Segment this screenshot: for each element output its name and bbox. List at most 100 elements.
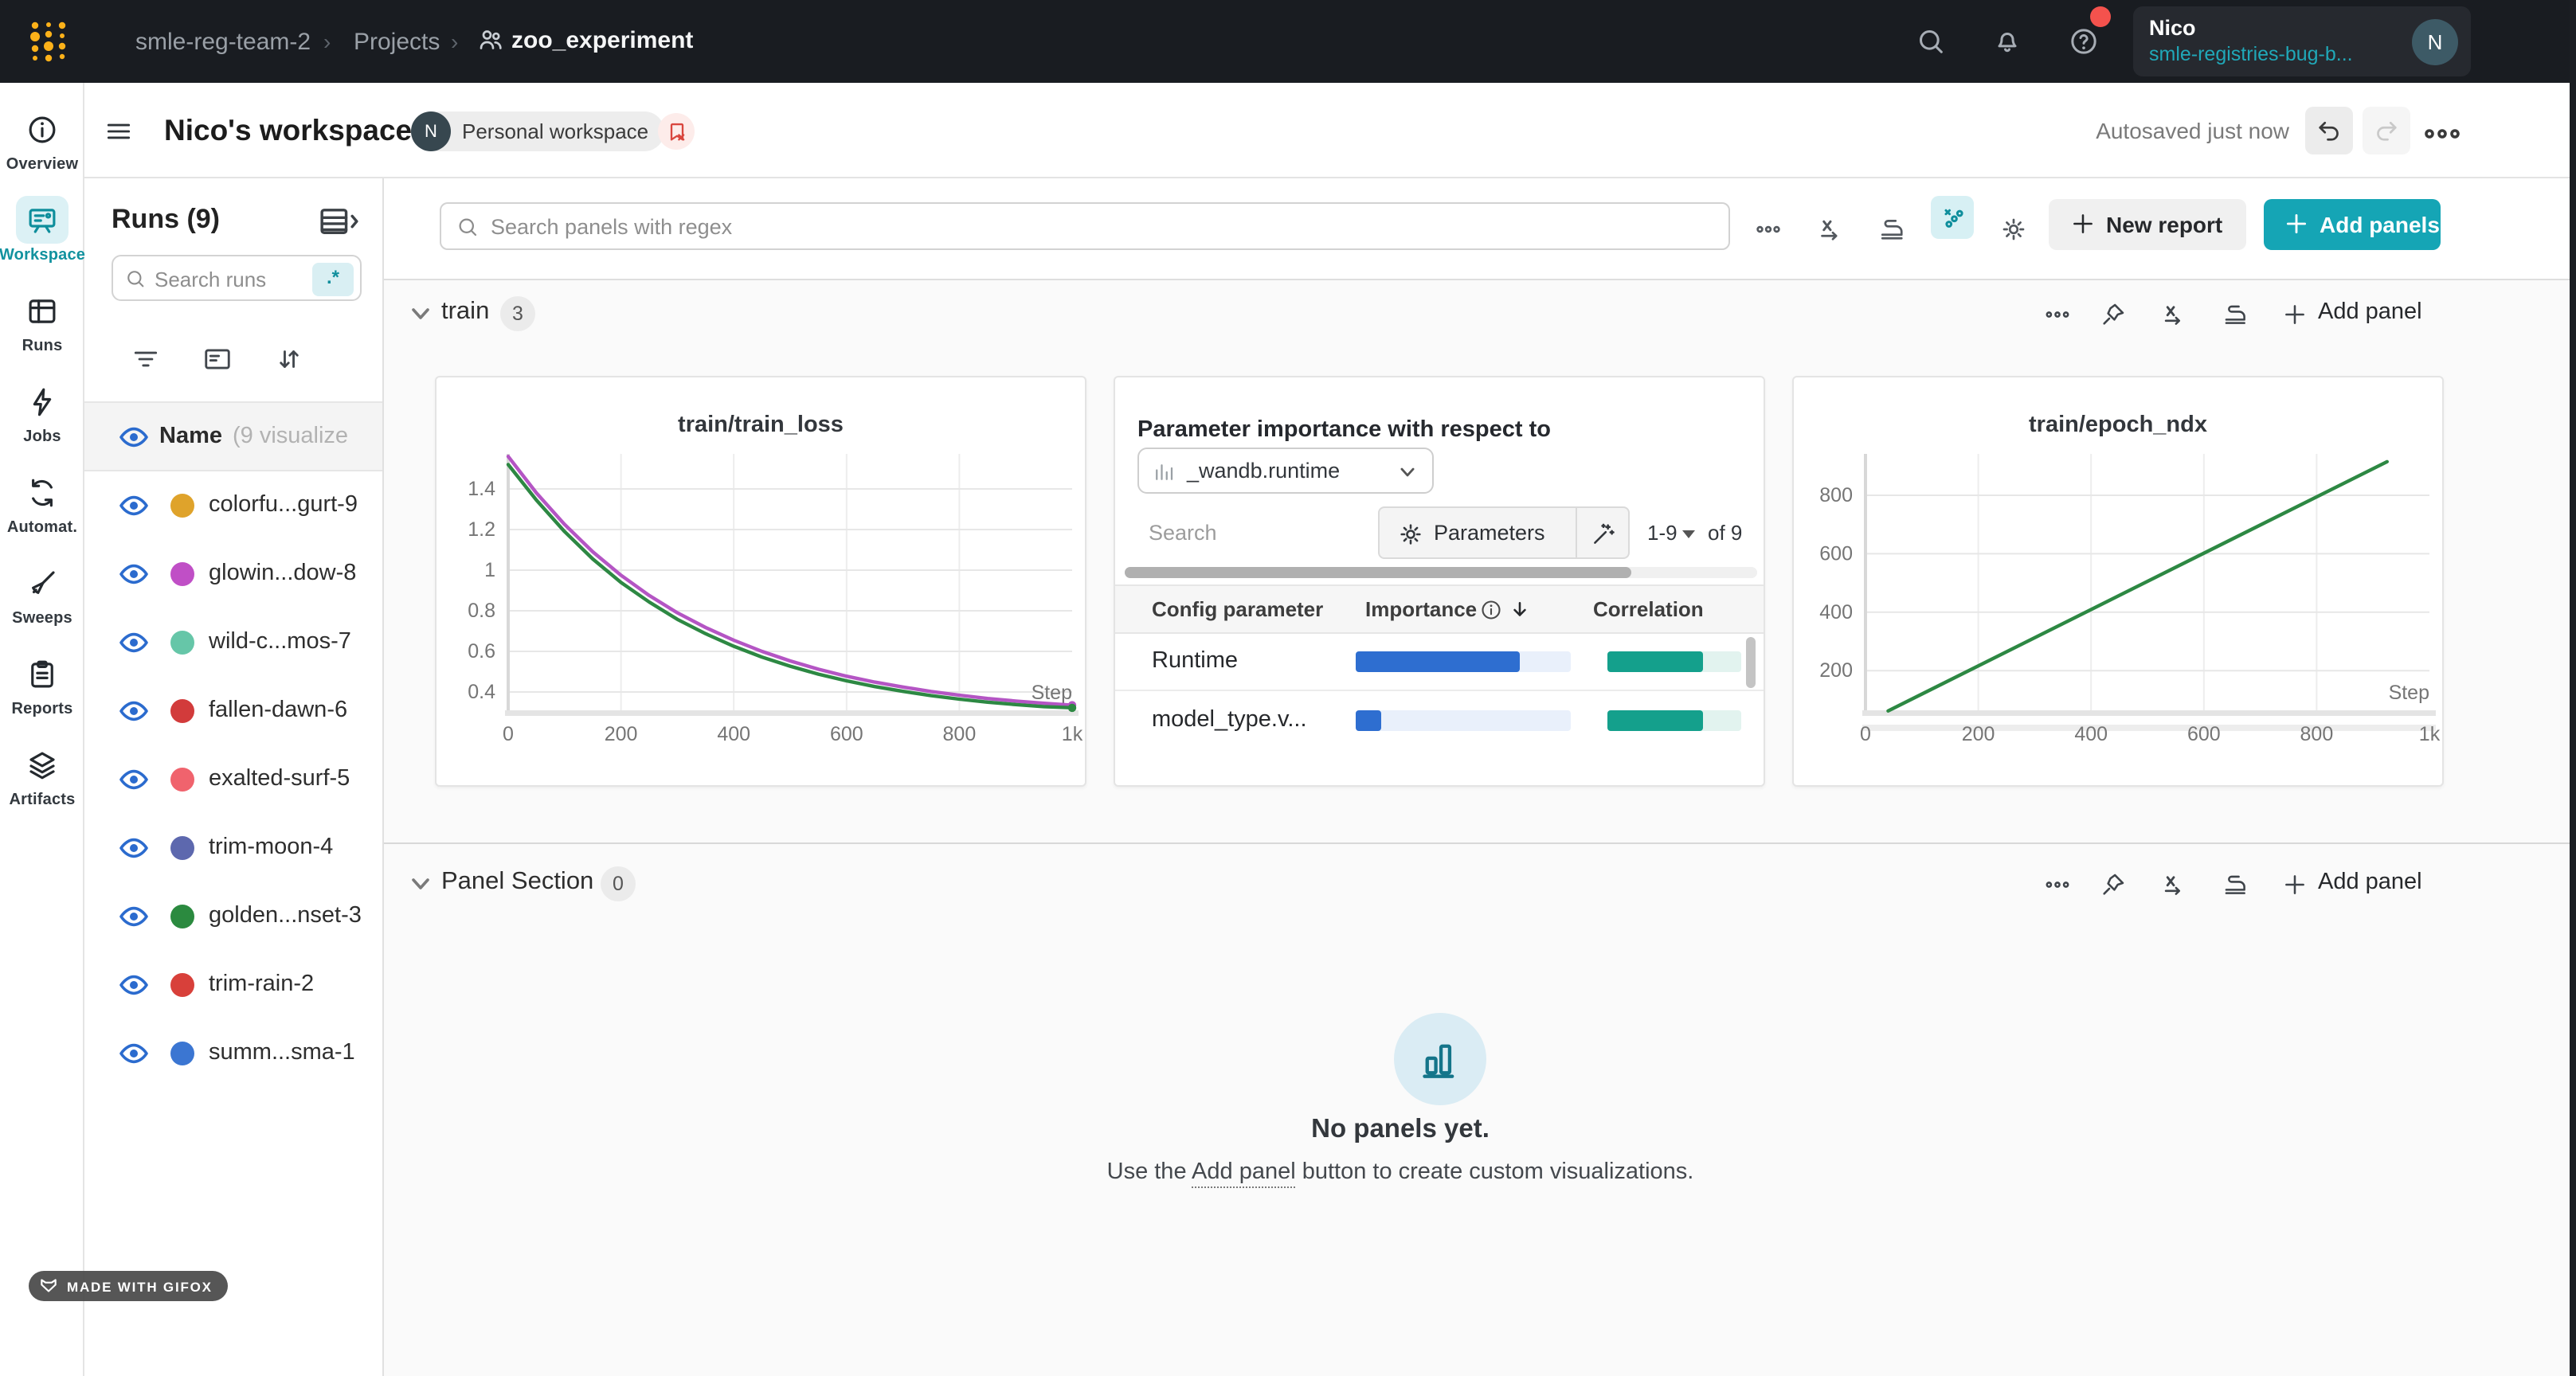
rail-item-sweeps[interactable]: Sweeps [0, 559, 84, 627]
filter-icon[interactable] [131, 344, 161, 374]
rail-item-artifacts[interactable]: Artifacts [0, 741, 84, 809]
rail-item-jobs[interactable]: Jobs [0, 377, 84, 446]
x-axis-icon[interactable] [2160, 301, 2187, 328]
section-more-icon[interactable] [2044, 871, 2071, 898]
rail-item-workspace[interactable]: Workspace [0, 196, 84, 264]
importance-row[interactable]: Runtime [1115, 634, 1765, 691]
user-card[interactable]: Nico smle-registries-bug-b... N [2133, 6, 2471, 76]
search-icon[interactable] [1915, 25, 1947, 57]
bell-icon[interactable] [1991, 25, 2023, 57]
column-correlation[interactable]: Correlation [1593, 597, 1704, 621]
horizontal-scrollbar[interactable] [1125, 567, 1757, 578]
smoothing-iron-icon[interactable] [2222, 301, 2249, 328]
runs-search-input[interactable]: Search runs .* [112, 255, 362, 301]
eye-icon[interactable] [119, 632, 148, 653]
eye-icon[interactable] [119, 701, 148, 721]
sort-icon[interactable] [274, 344, 304, 374]
add-panels-button[interactable]: Add panels [2264, 199, 2441, 250]
chevron-down-icon[interactable] [409, 873, 432, 895]
x-axis-icon[interactable] [1816, 215, 1845, 244]
svg-text:1.2: 1.2 [468, 518, 495, 541]
panel-epoch-ndx[interactable]: train/epoch_ndx 200400600800020040060080… [1792, 376, 2444, 787]
runs-title: Runs (9) [112, 204, 220, 236]
gear-icon[interactable] [1999, 215, 2028, 244]
svg-text:600: 600 [830, 723, 863, 745]
x-axis-icon[interactable] [2160, 871, 2187, 898]
rail-item-reports[interactable]: Reports [0, 650, 84, 718]
run-row[interactable]: golden...nset-3 [84, 882, 384, 951]
config-parameter-name: Runtime [1152, 648, 1238, 674]
eye-icon[interactable] [119, 769, 148, 790]
run-row[interactable]: colorfu...gurt-9 [84, 471, 384, 540]
runs-table-expand-icon[interactable] [319, 207, 360, 237]
section-name[interactable]: Panel Section [441, 868, 593, 897]
add-panel-button[interactable]: Add panel [2318, 299, 2422, 325]
more-menu-icon[interactable] [2423, 121, 2461, 147]
breadcrumb-project[interactable]: zoo_experiment [511, 27, 693, 54]
eye-icon[interactable] [119, 838, 148, 858]
vertical-scrollbar[interactable] [1746, 637, 1756, 749]
rail-item-automations[interactable]: Automat. [0, 468, 84, 537]
scrollbar-thumb[interactable] [1125, 567, 1631, 578]
eye-icon[interactable] [119, 427, 148, 448]
breadcrumb-projects[interactable]: Projects [354, 29, 440, 56]
run-row[interactable]: glowin...dow-8 [84, 540, 384, 608]
run-row[interactable]: summ...sma-1 [84, 1019, 384, 1088]
bookmark-x-icon[interactable] [658, 113, 695, 150]
plus-icon[interactable] [2281, 301, 2308, 328]
panels-toolbar: Search panels with regex New report Add … [384, 178, 2576, 280]
new-report-button[interactable]: New report [2049, 199, 2246, 250]
plus-icon[interactable] [2281, 871, 2308, 898]
menu-icon[interactable] [104, 116, 134, 147]
help-icon[interactable] [2068, 25, 2100, 57]
chevron-down-icon[interactable] [409, 303, 432, 325]
panel-train-loss[interactable]: train/train_loss 0.40.60.811.21.40200400… [435, 376, 1086, 787]
eye-icon[interactable] [119, 495, 148, 516]
scrollbar-thumb[interactable] [1746, 637, 1756, 688]
eye-icon[interactable] [119, 564, 148, 584]
redo-button[interactable] [2363, 107, 2410, 154]
eye-icon[interactable] [119, 1043, 148, 1064]
run-color-dot [170, 768, 194, 792]
empty-state-title: No panels yet. [1082, 1115, 1719, 1145]
run-row[interactable]: trim-moon-4 [84, 814, 384, 882]
importance-row[interactable]: model_type.v... [1115, 693, 1765, 750]
smoothing-iron-icon[interactable] [2222, 871, 2249, 898]
panel-parameter-importance[interactable]: Parameter importance with respect to _wa… [1114, 376, 1765, 787]
outliers-icon[interactable] [1931, 196, 1974, 239]
run-row[interactable]: trim-rain-2 [84, 951, 384, 1019]
regex-toggle[interactable]: .* [312, 262, 354, 295]
rail-item-runs[interactable]: Runs [0, 287, 84, 355]
pin-icon[interactable] [2100, 301, 2127, 328]
eye-icon[interactable] [119, 906, 148, 927]
runs-name-header[interactable]: Name (9 visualize [84, 401, 384, 471]
eye-icon[interactable] [119, 975, 148, 995]
svg-text:400: 400 [1819, 601, 1853, 624]
parameters-button[interactable]: Parameters [1434, 521, 1545, 545]
personal-workspace-badge[interactable]: N Personal workspace [411, 111, 664, 151]
run-row[interactable]: fallen-dawn-6 [84, 677, 384, 745]
rail-item-label: Overview [6, 156, 79, 174]
magic-wand-icon[interactable] [1590, 521, 1617, 548]
run-row[interactable]: wild-c...mos-7 [84, 608, 384, 677]
pin-icon[interactable] [2100, 871, 2127, 898]
panel-search-input[interactable]: Search panels with regex [440, 202, 1730, 250]
run-list: colorfu...gurt-9glowin...dow-8wild-c...m… [84, 471, 384, 1088]
more-options-icon[interactable] [1754, 215, 1783, 244]
add-panel-link[interactable]: Add panel [1192, 1159, 1296, 1188]
pagination-range[interactable]: 1-9 [1647, 521, 1695, 545]
run-row[interactable]: exalted-surf-5 [84, 745, 384, 814]
section-name[interactable]: train [441, 298, 489, 326]
metric-dropdown[interactable]: _wandb.runtime [1137, 448, 1434, 494]
section-more-icon[interactable] [2044, 301, 2071, 328]
importance-search-input[interactable]: Search [1149, 521, 1217, 545]
breadcrumb-team[interactable]: smle-reg-team-2 [135, 29, 311, 56]
smoothing-iron-icon[interactable] [1878, 215, 1907, 244]
column-importance[interactable]: Importance [1365, 597, 1477, 621]
rail-item-overview[interactable]: Overview [0, 105, 84, 174]
wandb-logo[interactable] [27, 18, 73, 65]
group-icon[interactable] [202, 344, 233, 374]
add-panel-button[interactable]: Add panel [2318, 870, 2422, 895]
undo-button[interactable] [2305, 107, 2353, 154]
column-config-parameter[interactable]: Config parameter [1152, 597, 1323, 621]
